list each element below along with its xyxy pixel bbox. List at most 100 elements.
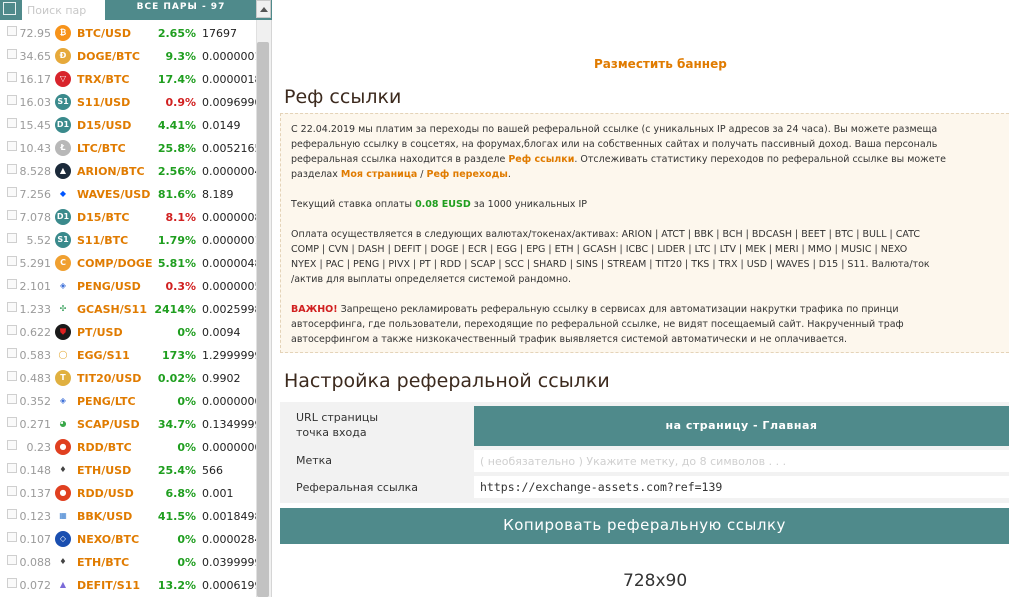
pair-volume: 0.088 <box>19 556 52 569</box>
pair-name[interactable]: S11/BTC <box>77 234 128 247</box>
referral-settings-form: URL страницы точка входа на страницу - Гл… <box>280 402 1009 503</box>
pair-row[interactable]: 7.256 ◆ WAVES/USD 81.6% 8.189 <box>0 185 256 208</box>
gcash-icon: ✣ <box>55 301 71 317</box>
pair-name[interactable]: DEFIT/S11 <box>77 579 140 592</box>
pair-name[interactable]: RDD/BTC <box>77 441 132 454</box>
pair-row[interactable]: 34.65 Ð DOGE/BTC 9.3% 0.0000001 <box>0 47 256 70</box>
pair-price: 0.0000005 <box>202 280 256 293</box>
ref-link-field[interactable] <box>474 476 1009 498</box>
pair-change: 13.2% <box>157 579 196 592</box>
pair-change: 34.7% <box>157 418 196 431</box>
pair-row[interactable]: 0.483 T TIT20/USD 0.02% 0.9902 <box>0 369 256 392</box>
pair-change: 8.1% <box>165 211 196 224</box>
pair-volume: 0.23 <box>26 441 52 454</box>
pair-row[interactable]: 0.583 ◯ EGG/S11 173% 1.2999999 <box>0 346 256 369</box>
rate-text: Текущий ставка оплаты <box>291 199 416 210</box>
pair-price: 0.0000048 <box>202 257 256 270</box>
pair-name[interactable]: BBK/USD <box>77 510 132 523</box>
pair-row[interactable]: 1.233 ✣ GCASH/S11 2414% 0.0025998 <box>0 300 256 323</box>
pair-name[interactable]: ARION/BTC <box>77 165 145 178</box>
pair-row[interactable]: 0.137 ● RDD/USD 6.8% 0.001 <box>0 484 256 507</box>
banner-size-label: 728x90 <box>623 571 688 591</box>
payout-currencies-line: NYEX | PAC | PENG | PIVX | PT | RDD | SC… <box>291 259 930 270</box>
scap-icon: ◕ <box>55 416 71 432</box>
pair-name[interactable]: ETH/BTC <box>77 556 129 569</box>
pair-row[interactable]: 0.271 ◕ SCAP/USD 34.7% 0.1349999 <box>0 415 256 438</box>
menu-toggle-icon[interactable] <box>3 2 16 15</box>
pair-volume: 0.137 <box>19 487 52 500</box>
ref-links-link[interactable]: Реф ссылки <box>508 154 574 165</box>
pair-name[interactable]: TIT20/USD <box>77 372 141 385</box>
tit20-icon: T <box>55 370 71 386</box>
pair-row[interactable]: 7.078 D1 D15/BTC 8.1% 0.0000008 <box>0 208 256 231</box>
pair-price: 566 <box>202 464 223 477</box>
pair-row[interactable]: 0.088 ♦ ETH/BTC 0% 0.0399999 <box>0 553 256 576</box>
pair-row[interactable]: 72.95 ₿ BTC/USD 2.65% 17697 <box>0 24 256 47</box>
pair-volume: 0.271 <box>19 418 52 431</box>
pair-row[interactable]: 8.528 ▲ ARION/BTC 2.56% 0.0000004 <box>0 162 256 185</box>
pair-row[interactable]: 5.52 S1 S11/BTC 1.79% 0.0000001 <box>0 231 256 254</box>
d15-icon: D1 <box>55 209 71 225</box>
scroll-up-arrow-icon[interactable] <box>256 0 271 18</box>
pair-name[interactable]: ETH/USD <box>77 464 131 477</box>
tron-icon: ▽ <box>55 71 71 87</box>
pair-name[interactable]: D15/BTC <box>77 211 129 224</box>
rate-text: за 1000 уникальных IP <box>470 199 587 210</box>
pair-row[interactable]: 0.148 ♦ ETH/USD 25.4% 566 <box>0 461 256 484</box>
d15-icon: D1 <box>55 117 71 133</box>
pair-name[interactable]: RDD/USD <box>77 487 134 500</box>
pair-row[interactable]: 15.45 D1 D15/USD 4.41% 0.0149 <box>0 116 256 139</box>
pair-name[interactable]: DOGE/BTC <box>77 50 140 63</box>
warning-text: автосерфинга, где пользователи, переходя… <box>291 319 904 330</box>
entry-page-select[interactable]: на страницу - Главная <box>474 406 1009 446</box>
page-title: Реф ссылки <box>284 86 402 108</box>
pair-row[interactable]: 0.352 ◈ PENG/LTC 0% 0.0000000 <box>0 392 256 415</box>
pair-price: 0.0000001 <box>202 50 256 63</box>
pair-name[interactable]: COMP/DOGE <box>77 257 152 270</box>
pair-name[interactable]: WAVES/USD <box>77 188 150 201</box>
rate-value: 0.08 EUSD <box>415 199 471 210</box>
pair-row[interactable]: 0.072 ▲ DEFIT/S11 13.2% 0.0006199 <box>0 576 256 597</box>
copy-ref-link-button[interactable]: Копировать реферальную ссылку <box>280 508 1009 544</box>
pair-row[interactable]: 5.291 C COMP/DOGE 5.81% 0.0000048 <box>0 254 256 277</box>
pair-row[interactable]: 0.622 ⛊ PT/USD 0% 0.0094 <box>0 323 256 346</box>
pair-name[interactable]: BTC/USD <box>77 27 131 40</box>
payout-currencies-line: COMP | CVN | DASH | DEFIT | DOGE | ECR |… <box>291 244 908 255</box>
pair-name[interactable]: LTC/BTC <box>77 142 126 155</box>
ethereum-icon: ♦ <box>55 462 71 478</box>
payout-currencies-line: Оплата осуществляется в следующих валюта… <box>291 229 921 240</box>
pair-row[interactable]: 10.43 Ł LTC/BTC 25.8% 0.0052165 <box>0 139 256 162</box>
pair-name[interactable]: GCASH/S11 <box>77 303 147 316</box>
pair-row[interactable]: 2.101 ◈ PENG/USD 0.3% 0.0000005 <box>0 277 256 300</box>
place-banner-link[interactable]: Разместить баннер <box>594 57 727 71</box>
pair-row[interactable]: 16.03 S1 S11/USD 0.9% 0.0096990 <box>0 93 256 116</box>
tag-input[interactable] <box>474 450 1009 472</box>
pair-name[interactable]: EGG/S11 <box>77 349 130 362</box>
pair-name[interactable]: PENG/LTC <box>77 395 136 408</box>
my-page-link[interactable]: Моя страница <box>341 169 417 180</box>
pair-name[interactable]: PENG/USD <box>77 280 141 293</box>
pair-row[interactable]: 0.23 ● RDD/BTC 0% 0.0000000 <box>0 438 256 461</box>
pair-name[interactable]: S11/USD <box>77 96 130 109</box>
section-title: Настройка реферальной ссылки <box>284 370 610 392</box>
sidebar-scrollbar-thumb[interactable] <box>257 42 269 597</box>
pair-name[interactable]: SCAP/USD <box>77 418 140 431</box>
pair-name[interactable]: NEXO/BTC <box>77 533 139 546</box>
pair-volume: 0.072 <box>19 579 52 592</box>
ref-transitions-link[interactable]: Реф переходы <box>427 169 508 180</box>
all-pairs-button[interactable]: ВСЕ ПАРЫ - 97 <box>107 0 255 20</box>
pairs-list: 72.95 ₿ BTC/USD 2.65% 17697 34.65 Ð DOGE/BTC 9.3… <box>0 24 256 597</box>
pair-row[interactable]: 0.107 ◇ NEXO/BTC 0% 0.0000284 <box>0 530 256 553</box>
defit-icon: ▲ <box>55 577 71 593</box>
pair-name[interactable]: TRX/BTC <box>77 73 129 86</box>
pair-name[interactable]: D15/USD <box>77 119 131 132</box>
pair-price: 1.2999999 <box>202 349 256 362</box>
ethereum-icon: ♦ <box>55 554 71 570</box>
pair-volume: 5.52 <box>26 234 52 247</box>
pair-row[interactable]: 16.17 ▽ TRX/BTC 17.4% 0.0000018 <box>0 70 256 93</box>
pair-name[interactable]: PT/USD <box>77 326 123 339</box>
referral-info-box: С 22.04.2019 мы платим за переходы по ва… <box>280 113 1009 353</box>
pair-volume: 16.17 <box>19 73 52 86</box>
pair-row[interactable]: 0.123 ▦ BBK/USD 41.5% 0.0018498 <box>0 507 256 530</box>
pair-search-input[interactable] <box>22 0 105 20</box>
